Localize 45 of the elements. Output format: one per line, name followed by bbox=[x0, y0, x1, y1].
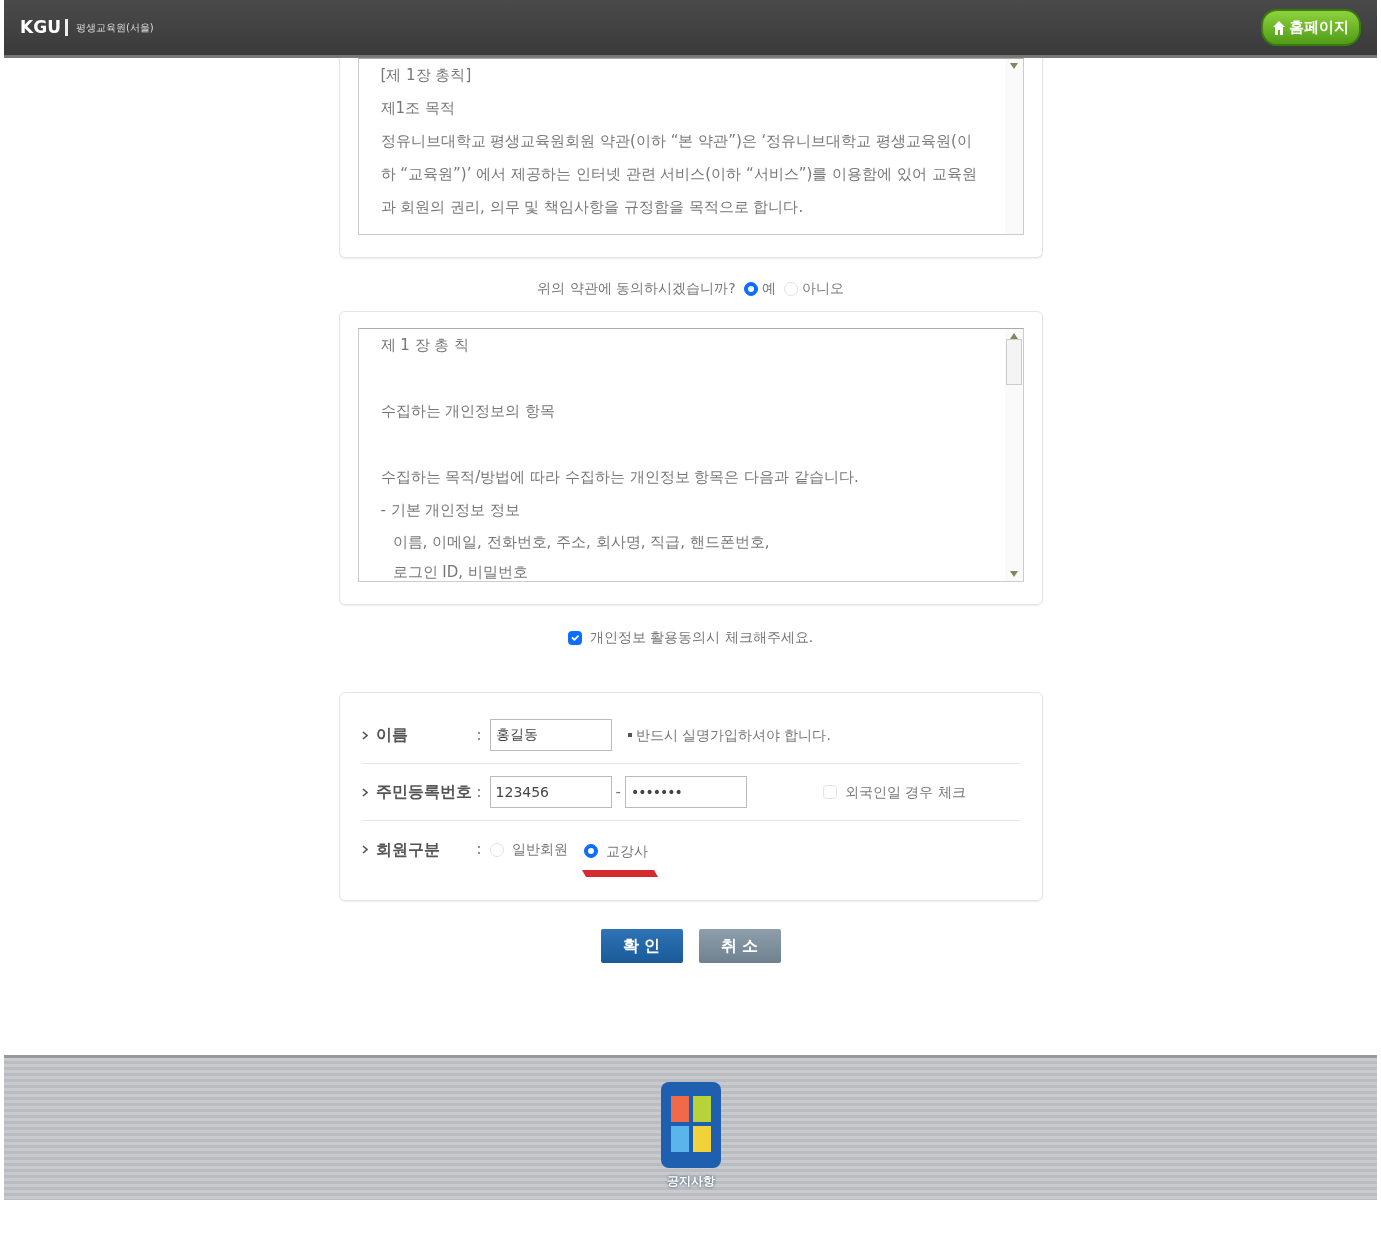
chevron-icon bbox=[361, 845, 368, 854]
scrollbar[interactable] bbox=[1004, 59, 1023, 234]
agree-question: 위의 약관에 동의하시겠습니까? bbox=[537, 279, 736, 298]
radio-label: 예 bbox=[761, 279, 776, 298]
privacy-text: 이름, 이메일, 전화번호, 주소, 회사명, 직급, 핸드폰번호, bbox=[391, 532, 771, 553]
terms-text: 정유니브대학교 평생교육원회원 약관(이하 “본 약관”)은 ‘정유니브대학교 평생교육원(이하 “교육원”)’ 에서 제공하는 인터넷 관련 서비스(이하 “서비스”)를 이용함에 있어 교육원과 회원의 권리, 의무 및 책임사항을 규정함을 목적으로 합니다. bbox=[380, 131, 978, 218]
field-label: 회원구분 bbox=[375, 838, 440, 861]
chevron-icon bbox=[361, 787, 368, 797]
chevron-icon bbox=[361, 730, 368, 740]
colon-separator: : bbox=[476, 724, 482, 746]
privacy-text: 로그인 ID, 비밀번호 bbox=[391, 562, 529, 581]
logo[interactable]: KGU bbox=[20, 19, 68, 36]
consent-checkbox[interactable] bbox=[567, 630, 582, 645]
tiles-icon[interactable] bbox=[660, 1082, 721, 1168]
foreigner-label: 외국인일 경우 체크 bbox=[845, 782, 966, 802]
member-type-radio[interactable] bbox=[583, 844, 598, 858]
colon-separator: : bbox=[476, 839, 482, 861]
scrollbar[interactable] bbox=[1004, 329, 1023, 581]
id-front-input[interactable]: 123456 bbox=[489, 776, 612, 808]
colon-separator: : bbox=[476, 781, 482, 803]
name-note: 반드시 실명가입하셔야 합니다. bbox=[635, 725, 831, 745]
scroll-down-icon[interactable] bbox=[1009, 571, 1018, 577]
consent-label: 개인정보 활용동의시 체크해주세요. bbox=[589, 628, 814, 647]
terms-text: [제 1장 총칙] bbox=[380, 65, 473, 86]
terms-text: 제1조 목적 bbox=[380, 98, 456, 119]
radio-label: 일반회원 bbox=[511, 840, 568, 859]
name-input[interactable]: 홍길동 bbox=[489, 719, 612, 751]
radio-label: 교강사 bbox=[605, 841, 648, 861]
bullet-icon bbox=[627, 733, 632, 737]
id-back-input[interactable]: ••••••• bbox=[625, 776, 747, 808]
scroll-thumb[interactable] bbox=[1005, 339, 1022, 385]
scroll-down-icon[interactable] bbox=[1009, 63, 1018, 69]
radio-label: 아니오 bbox=[801, 279, 844, 298]
dash-separator: - bbox=[615, 781, 621, 803]
field-label: 이름 bbox=[375, 724, 408, 746]
privacy-text: 제 1 장 총 칙 bbox=[380, 335, 471, 356]
privacy-text: - 기본 개인정보 정보 bbox=[380, 500, 522, 521]
agree-radio[interactable] bbox=[743, 281, 758, 296]
site-name: 평생교육원(서울) bbox=[75, 21, 154, 35]
confirm-button[interactable]: 확 인 bbox=[600, 929, 683, 963]
foreigner-checkbox[interactable] bbox=[823, 785, 837, 799]
house-icon bbox=[1273, 20, 1285, 35]
privacy-text: 수집하는 목적/방법에 따라 수집하는 개인정보 항목은 다음과 같습니다. bbox=[380, 467, 860, 488]
field-label: 주민등록번호 bbox=[375, 781, 472, 803]
privacy-text: 수집하는 개인정보의 항목 bbox=[380, 401, 557, 422]
